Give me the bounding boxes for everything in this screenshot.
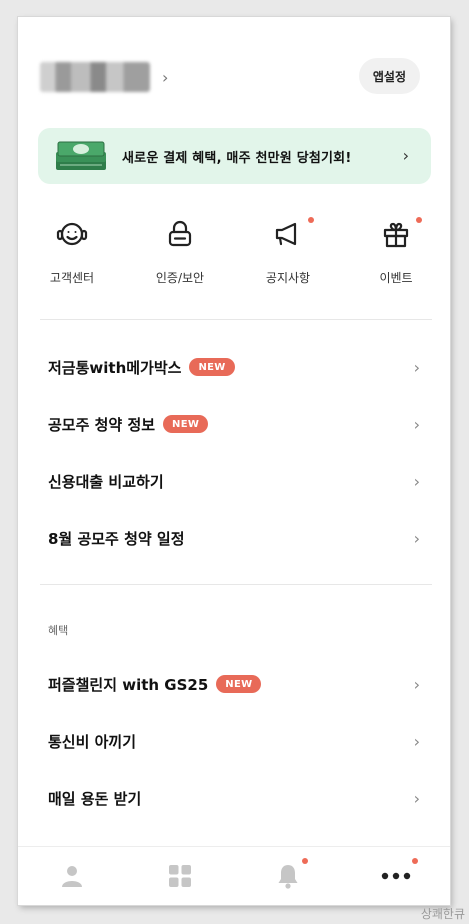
blurred-username [40, 62, 150, 92]
chevron-right-icon: › [402, 146, 409, 165]
phone-screen: › 앱설정 새로운 결제 혜택, 매주 천만원 당첨기회! › 고객센터 인증/… [18, 17, 450, 905]
banner-text: 새로운 결제 혜택, 매주 천만원 당첨기회! [122, 150, 352, 166]
menu-item-loan-compare[interactable]: 신용대출 비교하기 › [18, 457, 450, 505]
megaphone-icon [275, 222, 297, 246]
profile-link[interactable]: › [40, 59, 168, 95]
menu-item-ipo-info[interactable]: 공모주 청약 정보 NEW › [18, 400, 450, 448]
tab-all-menu[interactable] [126, 847, 234, 905]
bottom-navigation [18, 846, 450, 905]
quick-item-event[interactable]: 이벤트 [342, 217, 450, 286]
tab-more[interactable] [342, 847, 450, 905]
chevron-right-icon: › [413, 731, 420, 751]
menu-item-title: 공모주 청약 정보 [48, 415, 156, 434]
quick-item-label: 공지사항 [265, 271, 311, 285]
menu-item-savings-megabox[interactable]: 저금통with메가박스 NEW › [18, 343, 450, 391]
chevron-right-icon: › [413, 357, 420, 377]
quick-item-auth-security[interactable]: 인증/보안 [126, 217, 234, 286]
grid-icon [169, 865, 191, 887]
menu-item-puzzle-challenge[interactable]: 퍼즐챌린지 with GS25 NEW › [18, 660, 450, 708]
benefits-section-label: 혜택 [48, 624, 69, 637]
quick-item-label: 고객센터 [49, 271, 95, 285]
menu-item-title: 신용대출 비교하기 [48, 472, 164, 491]
bell-icon [278, 865, 298, 889]
menu-item-save-phone-bill[interactable]: 통신비 아끼기 › [18, 717, 450, 765]
menu-item-title: 저금통with메가박스 [48, 358, 182, 377]
section-divider [40, 584, 432, 585]
chevron-right-icon: › [413, 414, 420, 434]
menu-item-title: 매일 용돈 받기 [48, 789, 142, 808]
menu-item-ipo-schedule[interactable]: 8월 공모주 청약 일정 › [18, 514, 450, 562]
quick-item-label: 인증/보안 [155, 271, 205, 285]
headset-smile-icon [56, 222, 88, 246]
new-badge: NEW [216, 675, 262, 693]
tab-my[interactable] [18, 847, 126, 905]
notification-dot [308, 217, 314, 223]
quick-menu: 고객센터 인증/보안 공지사항 이벤트 [18, 217, 450, 286]
chevron-right-icon: › [413, 674, 420, 694]
section-divider [40, 319, 432, 320]
menu-item-title: 통신비 아끼기 [48, 732, 137, 751]
more-icon [381, 872, 411, 880]
money-stack-icon [56, 141, 106, 170]
menu-item-title: 퍼즐챌린지 with GS25 [48, 675, 209, 694]
tab-notifications[interactable] [234, 847, 342, 905]
chevron-right-icon: › [162, 67, 169, 87]
chevron-right-icon: › [413, 471, 420, 491]
notification-dot [412, 858, 418, 864]
chevron-right-icon: › [413, 528, 420, 548]
quick-item-label: 이벤트 [379, 271, 413, 285]
quick-item-notice[interactable]: 공지사항 [234, 217, 342, 286]
lock-icon [168, 220, 192, 247]
chevron-right-icon: › [413, 788, 420, 808]
gift-icon [383, 222, 409, 248]
notification-dot [416, 217, 422, 223]
promo-banner[interactable]: 새로운 결제 혜택, 매주 천만원 당첨기회! › [38, 128, 431, 184]
notification-dot [302, 858, 308, 864]
app-settings-button[interactable]: 앱설정 [358, 58, 420, 94]
new-badge: NEW [163, 415, 209, 433]
quick-item-customer-center[interactable]: 고객센터 [18, 217, 126, 286]
menu-item-title: 8월 공모주 청약 일정 [48, 529, 185, 548]
menu-item-daily-allowance[interactable]: 매일 용돈 받기 › [18, 774, 450, 822]
watermark-text: 상쾌한큐 [420, 907, 465, 921]
person-icon [62, 866, 82, 887]
new-badge: NEW [189, 358, 235, 376]
